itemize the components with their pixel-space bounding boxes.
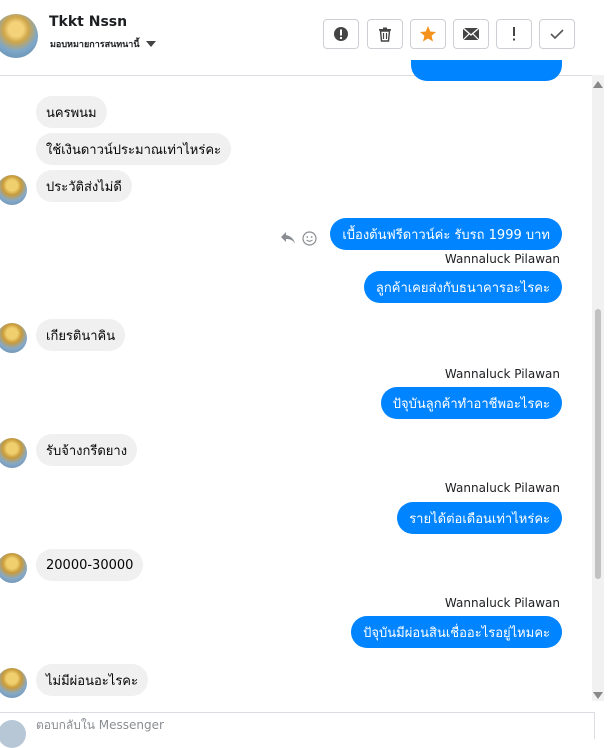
incoming-message[interactable]: นครพนม: [36, 96, 107, 128]
done-button[interactable]: [539, 19, 575, 49]
star-icon: [420, 26, 436, 42]
incoming-message[interactable]: ใช้เงินดาวน์ประมาณเท่าไหร่คะ: [36, 133, 232, 165]
incoming-message[interactable]: 20000-30000: [36, 549, 144, 581]
contact-avatar[interactable]: [0, 14, 38, 58]
emoji-reaction-icon[interactable]: [302, 231, 317, 246]
assign-label: มอบหมายการสนทนานี้: [50, 40, 140, 50]
contact-avatar-small: [0, 553, 27, 583]
contact-avatar-small: [0, 175, 27, 205]
sender-name: Wannaluck Pilawan: [444, 481, 560, 495]
check-icon: [550, 29, 564, 40]
delete-button[interactable]: [367, 19, 403, 49]
alert-circle-icon: [334, 27, 348, 41]
sender-name: Wannaluck Pilawan: [444, 252, 560, 266]
mail-icon: [462, 27, 480, 41]
follow-up-button[interactable]: [496, 19, 532, 49]
incoming-message[interactable]: ประวัติส่งไม่ดี: [36, 170, 132, 202]
incoming-message[interactable]: รับจ้างกรีดยาง: [36, 434, 138, 466]
sender-name: Wannaluck Pilawan: [444, 596, 560, 610]
star-button[interactable]: [410, 19, 446, 49]
caret-down-icon: [145, 41, 156, 47]
message-scrollbar[interactable]: [592, 75, 604, 701]
message-bubble-partial: [411, 60, 562, 81]
contact-avatar-small: [0, 323, 27, 353]
contact-name[interactable]: Tkkt Nssn: [49, 14, 127, 30]
reply-input[interactable]: ตอบกลับใน Messenger: [36, 716, 164, 735]
mark-unread-button[interactable]: [453, 19, 489, 49]
sender-name: Wannaluck Pilawan: [444, 367, 560, 381]
page-avatar: [0, 720, 26, 748]
outgoing-message[interactable]: รายได้ต่อเดือนเท่าไหร่คะ: [397, 502, 562, 534]
reply-icon[interactable]: [280, 231, 296, 245]
contact-avatar-small: [0, 438, 27, 468]
trash-icon: [379, 27, 391, 42]
contact-avatar-small: [0, 668, 27, 698]
outgoing-message[interactable]: ลูกค้าเคยส่งกับธนาคารอะไรคะ: [363, 271, 562, 303]
outgoing-message[interactable]: ปัจุบันมีผ่อนสินเชื่ออะไรอยู่ไหมคะ: [351, 616, 562, 648]
spam-button[interactable]: [323, 19, 359, 49]
outgoing-message[interactable]: เบื้องต้นฟรีดาวน์ค่ะ รับรถ 1999 บาท: [330, 218, 562, 250]
scroll-down-icon[interactable]: [593, 692, 603, 699]
incoming-message[interactable]: เกียรตินาคิน: [36, 319, 126, 351]
scroll-up-icon[interactable]: [593, 81, 603, 88]
assign-conversation-dropdown[interactable]: มอบหมายการสนทนานี้: [50, 37, 156, 51]
incoming-message[interactable]: ไม่มีผ่อนอะไรคะ: [36, 664, 148, 696]
exclamation-icon: [513, 27, 515, 41]
outgoing-message[interactable]: ปัจุบันลูกค้าทำอาชีพอะไรคะ: [380, 387, 562, 419]
scroll-thumb[interactable]: [595, 309, 601, 579]
